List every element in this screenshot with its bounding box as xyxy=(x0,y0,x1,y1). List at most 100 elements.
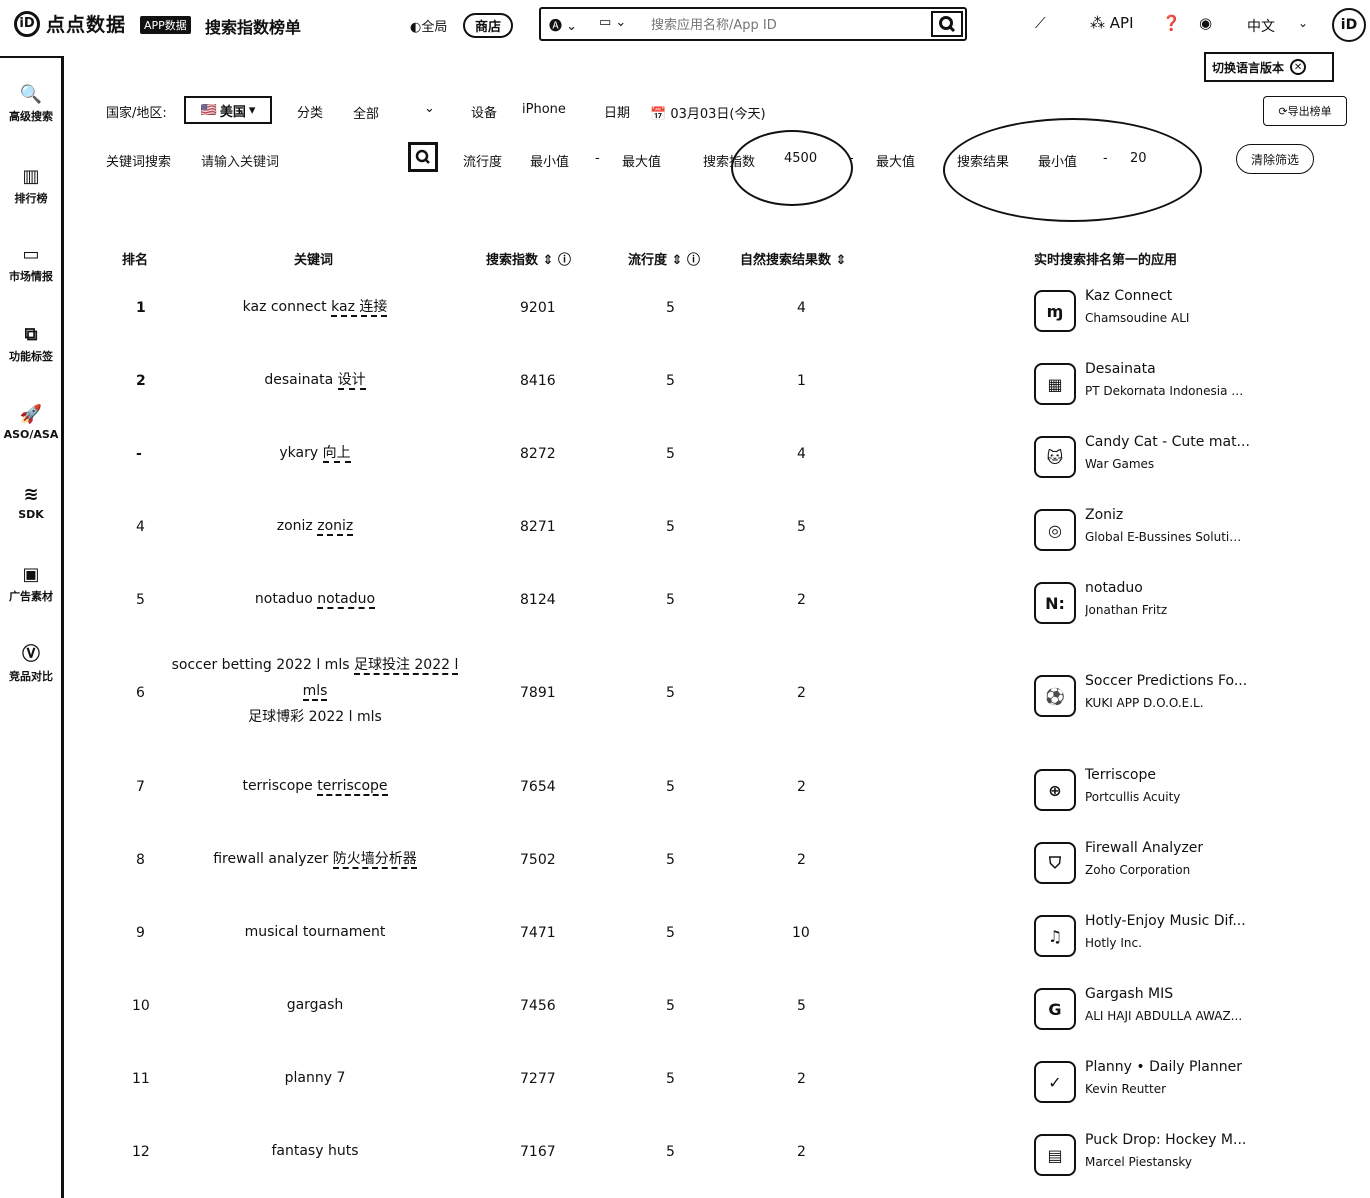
app-icon[interactable]: 🐱 xyxy=(1034,436,1076,478)
date-picker[interactable]: 📅 03月03日(今天) xyxy=(650,103,766,122)
app-icon[interactable]: ◎ xyxy=(1034,509,1076,551)
results-cell: 2 xyxy=(797,1071,806,1087)
header-search-index[interactable]: 搜索指数 ⇕ ⓘ xyxy=(486,249,571,268)
app-name-link[interactable]: Zoniz xyxy=(1085,507,1123,523)
sidebar-item-sdk[interactable]: ≋ SDK xyxy=(2,484,60,521)
app-name-link[interactable]: Candy Cat - Cute mat... xyxy=(1085,434,1250,450)
app-icon[interactable]: ɱ xyxy=(1034,290,1076,332)
search-input[interactable] xyxy=(649,14,923,36)
keyword-cell[interactable]: zoniz zoniz xyxy=(170,513,460,539)
chevron-down-icon[interactable]: ⌄ xyxy=(424,101,435,116)
sidebar-item-tags[interactable]: ⧉ 功能标签 xyxy=(2,324,60,364)
search-index-cell: 7891 xyxy=(520,685,556,701)
sidebar-item-compare[interactable]: Ⓥ 竞品对比 xyxy=(2,644,60,684)
store-select[interactable]: 🅐 ⌄ xyxy=(549,15,577,34)
sidebar-item-label: 竞品对比 xyxy=(9,670,53,683)
language-tooltip: 切换语言版本 ✕ xyxy=(1204,52,1334,82)
app-developer: Jonathan Fritz xyxy=(1085,603,1168,617)
sidebar-item-market[interactable]: ▭ 市场情报 xyxy=(2,244,60,284)
support-icon[interactable]: ◉ xyxy=(1199,14,1212,32)
app-name-link[interactable]: Gargash MIS xyxy=(1085,986,1173,1002)
app-icon[interactable]: ⚽ xyxy=(1034,675,1076,717)
keyword-cell[interactable]: terriscope terriscope xyxy=(170,773,460,799)
keyword-cell[interactable]: soccer betting 2022 l mls 足球投注 2022 l ml… xyxy=(170,652,460,730)
calendar-icon: 📅 xyxy=(650,107,671,122)
keyword-cell[interactable]: kaz connect kaz 连接 xyxy=(170,294,460,320)
app-icon[interactable]: ⊕ xyxy=(1034,769,1076,811)
api-link[interactable]: ⁂ API xyxy=(1090,14,1134,32)
device-select[interactable]: ▭ ⌄ xyxy=(599,15,626,30)
annotation-circle xyxy=(731,130,853,206)
app-name-link[interactable]: Desainata xyxy=(1085,361,1156,377)
search-index-cell: 8272 xyxy=(520,446,556,462)
phone-icon[interactable]: ⟋ xyxy=(1035,14,1046,32)
app-name-link[interactable]: Planny • Daily Planner xyxy=(1085,1059,1242,1075)
app-name-link[interactable]: Terriscope xyxy=(1085,767,1156,783)
country-select[interactable]: 🇺🇸 美国 ▾ xyxy=(184,96,272,124)
category-select[interactable]: 全部 xyxy=(353,103,379,122)
results-cell: 2 xyxy=(797,779,806,795)
rank-cell: 10 xyxy=(132,998,150,1014)
app-name-link[interactable]: Puck Drop: Hockey M... xyxy=(1085,1132,1246,1148)
keyword-cell[interactable]: fantasy huts xyxy=(170,1138,460,1164)
keyword-cell[interactable]: planny 7 xyxy=(170,1065,460,1091)
keyword-cell[interactable]: gargash xyxy=(170,992,460,1018)
keyword-text: notaduo xyxy=(254,591,318,607)
app-name-link[interactable]: Soccer Predictions Fo... xyxy=(1085,673,1247,689)
device-label: 设备 xyxy=(471,106,498,121)
sidebar-item-advanced-search[interactable]: 🔍 高级搜索 xyxy=(2,84,60,124)
language-select[interactable]: 中文 xyxy=(1247,16,1275,36)
scope-store-toggle[interactable]: 商店 xyxy=(463,13,514,38)
app-icon[interactable]: ⛉ xyxy=(1034,842,1076,884)
search-button[interactable] xyxy=(931,11,963,37)
keyword-cell[interactable]: ykary 向上 xyxy=(170,440,460,466)
search-icon xyxy=(939,16,956,33)
app-name-link[interactable]: Kaz Connect xyxy=(1085,288,1172,304)
device-select[interactable]: iPhone xyxy=(522,102,566,117)
app-name-link[interactable]: Firewall Analyzer xyxy=(1085,840,1203,856)
header-popularity[interactable]: 流行度 ⇕ ⓘ xyxy=(628,249,700,268)
keyword-cell[interactable]: desainata 设计 xyxy=(170,367,460,393)
logo[interactable]: iD 点点数据 xyxy=(14,10,126,37)
sidebar-item-label: SDK xyxy=(18,508,44,521)
keyword-text: soccer betting 2022 l mls xyxy=(171,657,354,673)
clear-filters-button[interactable]: 清除筛选 xyxy=(1236,144,1314,174)
app-name-link[interactable]: notaduo xyxy=(1085,580,1143,596)
popularity-cell: 5 xyxy=(666,300,675,316)
sidebar-item-aso[interactable]: 🚀 ASO/ASA xyxy=(2,404,60,441)
app-icon[interactable]: G xyxy=(1034,988,1076,1030)
flag-icon: 🇺🇸 xyxy=(200,102,217,118)
help-icon[interactable]: ❓ xyxy=(1162,14,1181,32)
chevron-down-icon[interactable]: ⌄ xyxy=(1298,16,1308,30)
sidebar-item-ads[interactable]: ▣ 广告素材 xyxy=(2,564,60,604)
app-icon[interactable]: ✓ xyxy=(1034,1061,1076,1103)
app-icon[interactable]: ▤ xyxy=(1034,1134,1076,1176)
app-data-badge[interactable]: APP数据 xyxy=(140,16,191,34)
app-developer: Hotly Inc. xyxy=(1085,936,1142,950)
scope-global-toggle[interactable]: ◐全局 xyxy=(410,16,447,35)
popularity-min-input[interactable]: 最小值 xyxy=(530,151,569,170)
popularity-cell: 5 xyxy=(666,519,675,535)
keyword-input[interactable]: 请输入关键词 xyxy=(201,151,279,170)
popularity-cell: 5 xyxy=(666,592,675,608)
sidebar-item-rankings[interactable]: ▥ 排行榜 xyxy=(2,166,60,206)
export-button[interactable]: ⟳ 导出榜单 xyxy=(1263,96,1347,126)
keyword-translation: notaduo xyxy=(317,591,376,609)
keyword-cell[interactable]: notaduo notaduo xyxy=(170,586,460,612)
avatar[interactable]: iD xyxy=(1332,8,1366,42)
app-icon[interactable]: ♫ xyxy=(1034,915,1076,957)
app-icon[interactable]: N: xyxy=(1034,582,1076,624)
keyword-search-button[interactable] xyxy=(408,142,438,172)
keyword-cell[interactable]: firewall analyzer 防火墙分析器 xyxy=(170,846,460,872)
popularity-label: 流行度 xyxy=(463,155,503,170)
popularity-max-input[interactable]: 最大值 xyxy=(622,151,661,170)
search-index-cell: 8416 xyxy=(520,373,556,389)
keyword-cell[interactable]: musical tournament xyxy=(170,919,460,945)
app-name-link[interactable]: Hotly-Enjoy Music Dif... xyxy=(1085,913,1246,929)
app-icon[interactable]: ▦ xyxy=(1034,363,1076,405)
results-cell: 10 xyxy=(792,925,810,941)
close-icon[interactable]: ✕ xyxy=(1290,59,1307,75)
keyword-text: kaz connect xyxy=(242,299,332,315)
header-results[interactable]: 自然搜索结果数 ⇕ xyxy=(740,249,846,268)
search-index-max-input[interactable]: 最大值 xyxy=(876,151,915,170)
